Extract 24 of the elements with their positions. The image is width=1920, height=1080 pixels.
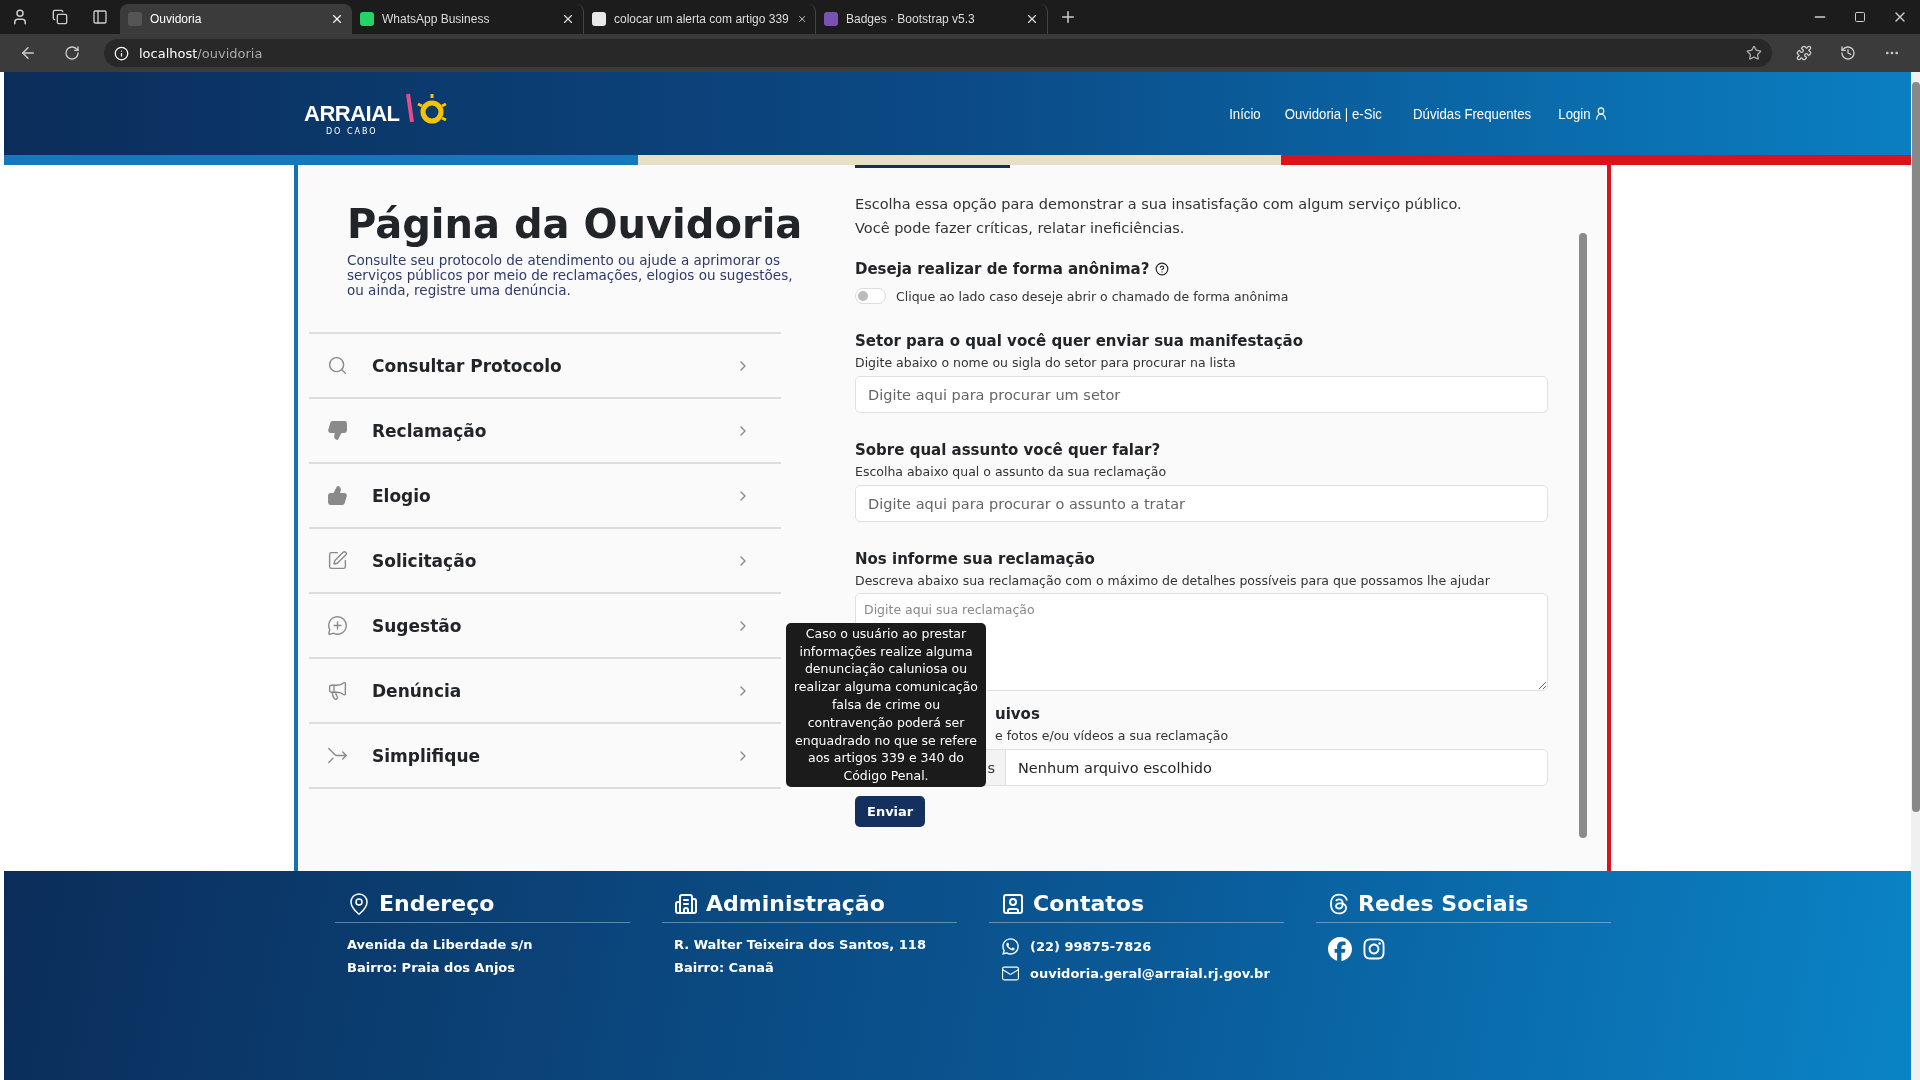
form-description: Escolha essa opção para demonstrar a sua insatisfação com algum serviço público. [855,195,1463,214]
field-label: Setor para o qual você quer enviar sua manifestação [855,332,1304,350]
switch-label: Clique ao lado caso deseje abrir o chamado de forma anônima [896,288,1289,304]
tooltip: Caso o usuário ao prestar informações realize alguma denunciação caluniosa ou realizar alguma comunicação falsa de crime ou contravenção poderá ser enquadrado no que se refere aos artigos 339 e 340 do Código Penal. [786,622,986,787]
field-label: uivos [995,705,1040,723]
form-description: Você pode fazer críticas, relatar ineficiências. [855,219,1186,238]
footer-text: Avenida da Liberdade s/n [347,937,534,952]
field-label: Sobre qual assunto você quer falar? [855,441,1162,459]
field-hint: Digite abaixo o nome ou sigla do setor para procurar na lista [855,355,1237,370]
field-label: Nos informe sua reclamação [855,550,1096,568]
footer-heading: Endereço [379,891,495,916]
footer-heading: Redes Sociais [1358,891,1529,916]
phone-text: (22) 99875-7826 [1030,939,1152,954]
page-description: Consulte seu protocolo de atendimento ou ajude a aprimorar os serviços públicos por meio de reclamações, elogios ou sugestões, ou ainda, registre uma denúncia. [347,253,794,298]
field-hint: Descreva abaixo sua reclamação com o máximo de detalhes possíveis para que possamos lhe ajudar [855,573,1491,588]
field-hint: Escolha abaixo qual o assunto da sua reclamação [855,464,1168,479]
page-title: Página da Ouvidoria [347,201,804,247]
footer-heading: Contatos [1033,891,1144,916]
footer-text: Bairro: Canaã [674,960,775,975]
question-label: Deseja realizar de forma anônima? [855,260,1150,278]
field-hint: e fotos e/ou vídeos a sua reclamação [995,728,1229,743]
footer-text: R. Walter Teixeira dos Santos, 118 [674,937,927,952]
footer-text: Bairro: Praia dos Anjos [347,960,517,975]
footer-heading: Administração [706,891,885,916]
